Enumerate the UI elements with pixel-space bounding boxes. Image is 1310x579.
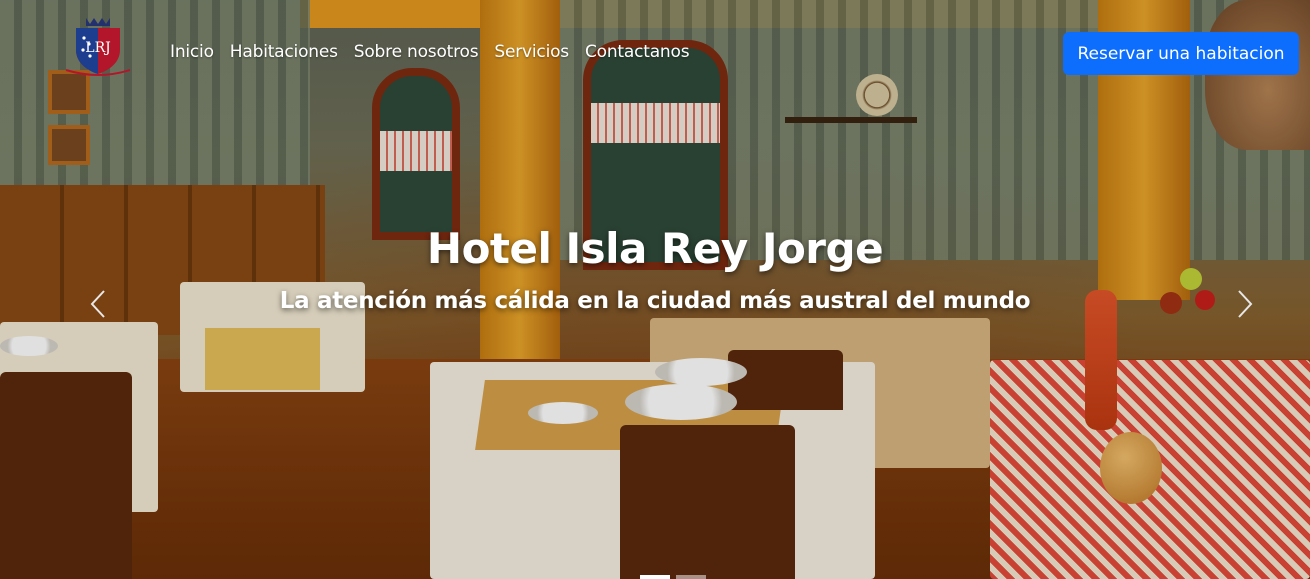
nav-item-contactanos[interactable]: Contactanos — [585, 42, 690, 62]
chevron-right-icon — [1238, 290, 1253, 318]
svg-text:LRJ: LRJ — [85, 40, 110, 56]
nav-item-habitaciones[interactable]: Habitaciones — [230, 42, 338, 62]
carousel-indicator-2[interactable] — [676, 575, 706, 579]
carousel-next-button[interactable] — [1225, 282, 1265, 326]
book-room-button[interactable]: Reservar una habitacion — [1063, 32, 1299, 75]
carousel-indicators — [640, 575, 706, 579]
hero-title: Hotel Isla Rey Jorge — [426, 224, 884, 273]
hero-carousel: LRJ Inicio Habitaciones Sobre nosotros S… — [0, 0, 1310, 579]
nav-item-servicios[interactable]: Servicios — [494, 42, 569, 62]
nav-item-sobre-nosotros[interactable]: Sobre nosotros — [354, 42, 479, 62]
carousel-indicator-1[interactable] — [640, 575, 670, 579]
brand-logo[interactable]: LRJ — [62, 14, 134, 78]
main-nav: Inicio Habitaciones Sobre nosotros Servi… — [170, 42, 690, 62]
carousel-prev-button[interactable] — [78, 282, 118, 326]
shield-logo-icon: LRJ — [65, 18, 131, 76]
chevron-left-icon — [90, 290, 105, 318]
nav-item-inicio[interactable]: Inicio — [170, 42, 214, 62]
hero-subtitle: La atención más cálida en la ciudad más … — [279, 288, 1031, 314]
